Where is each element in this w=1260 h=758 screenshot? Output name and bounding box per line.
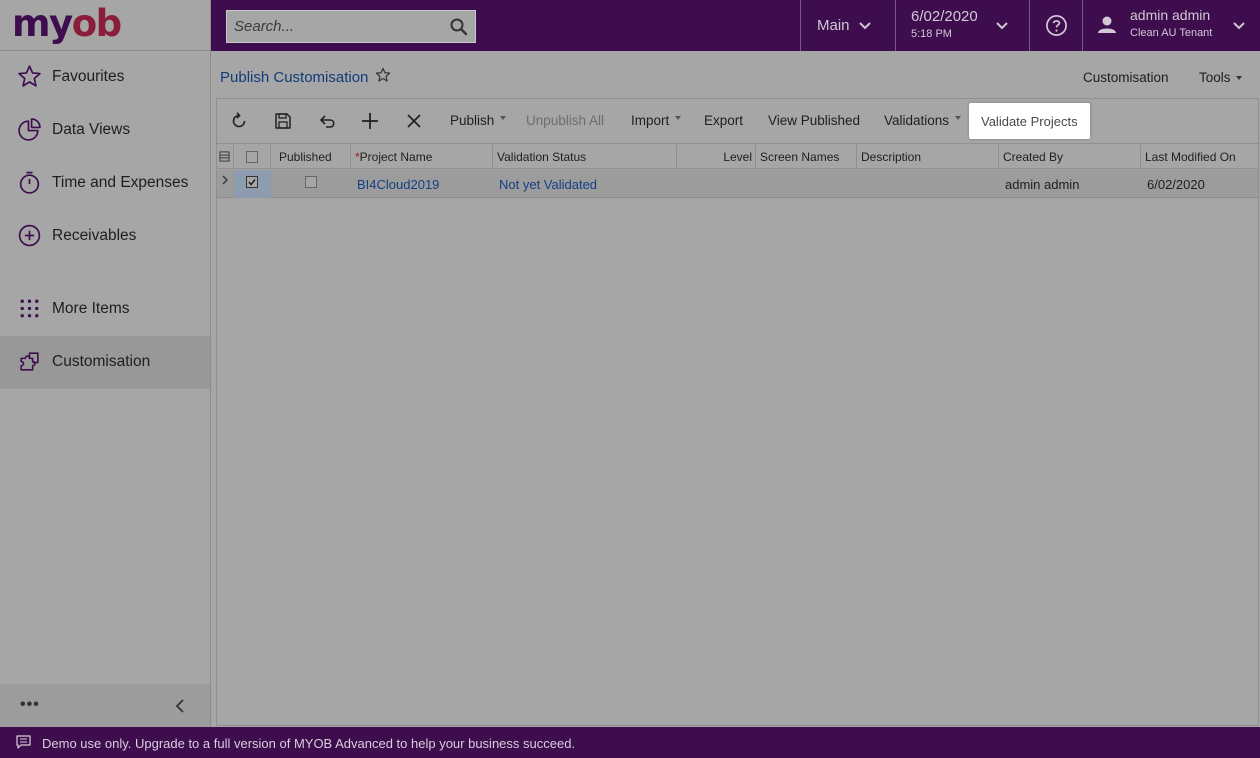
help-icon xyxy=(1046,15,1067,36)
sidebar: Favourites Data Views Time and Expenses … xyxy=(0,51,211,727)
business-date-selector[interactable]: 6/02/2020 5:18 PM xyxy=(895,0,1030,51)
view-published-button[interactable]: View Published xyxy=(768,113,860,128)
search-box xyxy=(226,10,476,43)
stopwatch-icon xyxy=(19,171,40,194)
tools-caret-icon xyxy=(1236,76,1242,80)
expand-row-icon[interactable] xyxy=(221,174,229,186)
sidebar-item-label: Favourites xyxy=(52,68,125,85)
projects-grid: Publish Unpublish All Import Export View… xyxy=(216,98,1259,726)
plus-circle-icon xyxy=(18,224,41,247)
sidebar-item-label: Time and Expenses xyxy=(52,174,189,191)
main-content: Publish Customisation Customisation Tool… xyxy=(211,51,1260,727)
sidebar-item-data-views[interactable]: Data Views xyxy=(0,104,210,157)
unpublish-all-button[interactable]: Unpublish All xyxy=(526,113,604,128)
column-header-label: Project Name xyxy=(359,150,433,164)
sidebar-item-customisation[interactable]: Customisation xyxy=(0,336,210,389)
user-menu[interactable]: admin admin Clean AU Tenant xyxy=(1082,0,1260,51)
logo-area: myob xyxy=(0,0,211,51)
myob-logo[interactable]: myob xyxy=(12,0,122,48)
more-options-icon[interactable]: ••• xyxy=(20,696,40,714)
column-header-level[interactable]: Level xyxy=(677,145,756,169)
banner-text: Demo use only. Upgrade to a full version… xyxy=(42,736,576,751)
sidebar-item-receivables[interactable]: Receivables xyxy=(0,210,210,263)
message-icon xyxy=(16,735,31,749)
caret-down-icon xyxy=(955,116,962,121)
grid-toolbar: Publish Unpublish All Import Export View… xyxy=(217,99,1258,144)
main-label: Main xyxy=(817,17,850,34)
caret-down-icon xyxy=(500,116,507,121)
sidebar-item-time-and-expenses[interactable]: Time and Expenses xyxy=(0,157,210,210)
created-by-cell: admin admin xyxy=(1005,177,1080,192)
publish-label: Publish xyxy=(450,113,495,128)
export-button[interactable]: Export xyxy=(704,113,743,128)
column-settings-cell[interactable] xyxy=(217,145,234,169)
select-all-cell xyxy=(234,145,271,169)
last-modified-on-cell: 6/02/2020 xyxy=(1147,177,1205,192)
column-header-project-name[interactable]: *Project Name xyxy=(351,145,493,169)
save-icon[interactable] xyxy=(273,111,293,131)
import-button[interactable]: Import xyxy=(631,113,682,128)
caret-down-icon xyxy=(675,116,682,121)
validate-projects-label: Validate Projects xyxy=(981,114,1078,129)
published-checkbox[interactable] xyxy=(305,176,317,188)
user-avatar-icon xyxy=(1098,16,1116,33)
star-icon xyxy=(18,65,41,87)
column-header-published[interactable]: Published xyxy=(271,145,351,169)
undo-icon[interactable] xyxy=(317,111,337,131)
search-input[interactable] xyxy=(227,11,442,42)
select-all-checkbox[interactable] xyxy=(246,151,258,163)
top-bar: myob Main 6/02/2020 5:18 PM adm xyxy=(0,0,1260,51)
column-header-last-modified-on[interactable]: Last Modified On xyxy=(1141,145,1258,169)
demo-banner: Demo use only. Upgrade to a full version… xyxy=(0,727,1260,758)
row-select-checkbox[interactable] xyxy=(246,176,258,188)
pie-chart-icon xyxy=(18,118,41,141)
import-label: Import xyxy=(631,113,670,128)
grid-header: Published *Project Name Validation Statu… xyxy=(217,145,1258,169)
refresh-icon[interactable] xyxy=(229,111,249,131)
column-header-validation-status[interactable]: Validation Status xyxy=(493,145,677,169)
tenant-name: Clean AU Tenant xyxy=(1130,27,1213,39)
sidebar-item-label: Receivables xyxy=(52,227,137,244)
sidebar-item-favourites[interactable]: Favourites xyxy=(0,51,210,104)
checkmark-icon xyxy=(248,179,256,186)
column-header-created-by[interactable]: Created By xyxy=(999,145,1141,169)
add-icon[interactable] xyxy=(360,111,380,131)
delete-icon[interactable] xyxy=(404,111,424,131)
tools-menu[interactable]: Tools xyxy=(1199,70,1231,85)
grid-dots-icon xyxy=(20,299,39,318)
sidebar-item-label: More Items xyxy=(52,300,130,317)
table-row[interactable]: BI4Cloud2019 Not yet Validated admin adm… xyxy=(217,170,1258,198)
user-name: admin admin xyxy=(1130,7,1211,23)
sidebar-item-label: Data Views xyxy=(52,121,131,138)
business-time: 5:18 PM xyxy=(911,28,952,40)
search-icon[interactable] xyxy=(449,17,469,37)
chevron-down-icon xyxy=(1233,22,1245,30)
validate-projects-button[interactable]: Validate Projects xyxy=(969,103,1090,139)
column-header-screen-names[interactable]: Screen Names xyxy=(756,145,857,169)
column-header-description[interactable]: Description xyxy=(857,145,999,169)
help-button[interactable] xyxy=(1029,0,1083,51)
customisation-link[interactable]: Customisation xyxy=(1083,70,1169,85)
validations-label: Validations xyxy=(884,113,950,128)
validation-status-link[interactable]: Not yet Validated xyxy=(499,170,597,198)
main-menu-selector[interactable]: Main xyxy=(800,0,896,51)
chevron-down-icon xyxy=(859,22,871,30)
business-date: 6/02/2020 xyxy=(911,8,978,25)
puzzle-icon xyxy=(20,352,39,371)
add-to-favourites-icon[interactable] xyxy=(375,67,391,83)
row-select-cell xyxy=(234,170,271,198)
validations-button[interactable]: Validations xyxy=(884,113,962,128)
sidebar-item-label: Customisation xyxy=(52,353,151,370)
sidebar-footer: ••• xyxy=(0,684,210,727)
chevron-down-icon xyxy=(996,22,1008,30)
column-settings-icon xyxy=(219,151,230,162)
collapse-sidebar-icon[interactable] xyxy=(174,698,186,714)
publish-button[interactable]: Publish xyxy=(450,113,507,128)
page-title: Publish Customisation xyxy=(220,69,369,86)
project-name-link[interactable]: BI4Cloud2019 xyxy=(357,170,439,198)
sidebar-item-more-items[interactable]: More Items xyxy=(0,283,210,336)
